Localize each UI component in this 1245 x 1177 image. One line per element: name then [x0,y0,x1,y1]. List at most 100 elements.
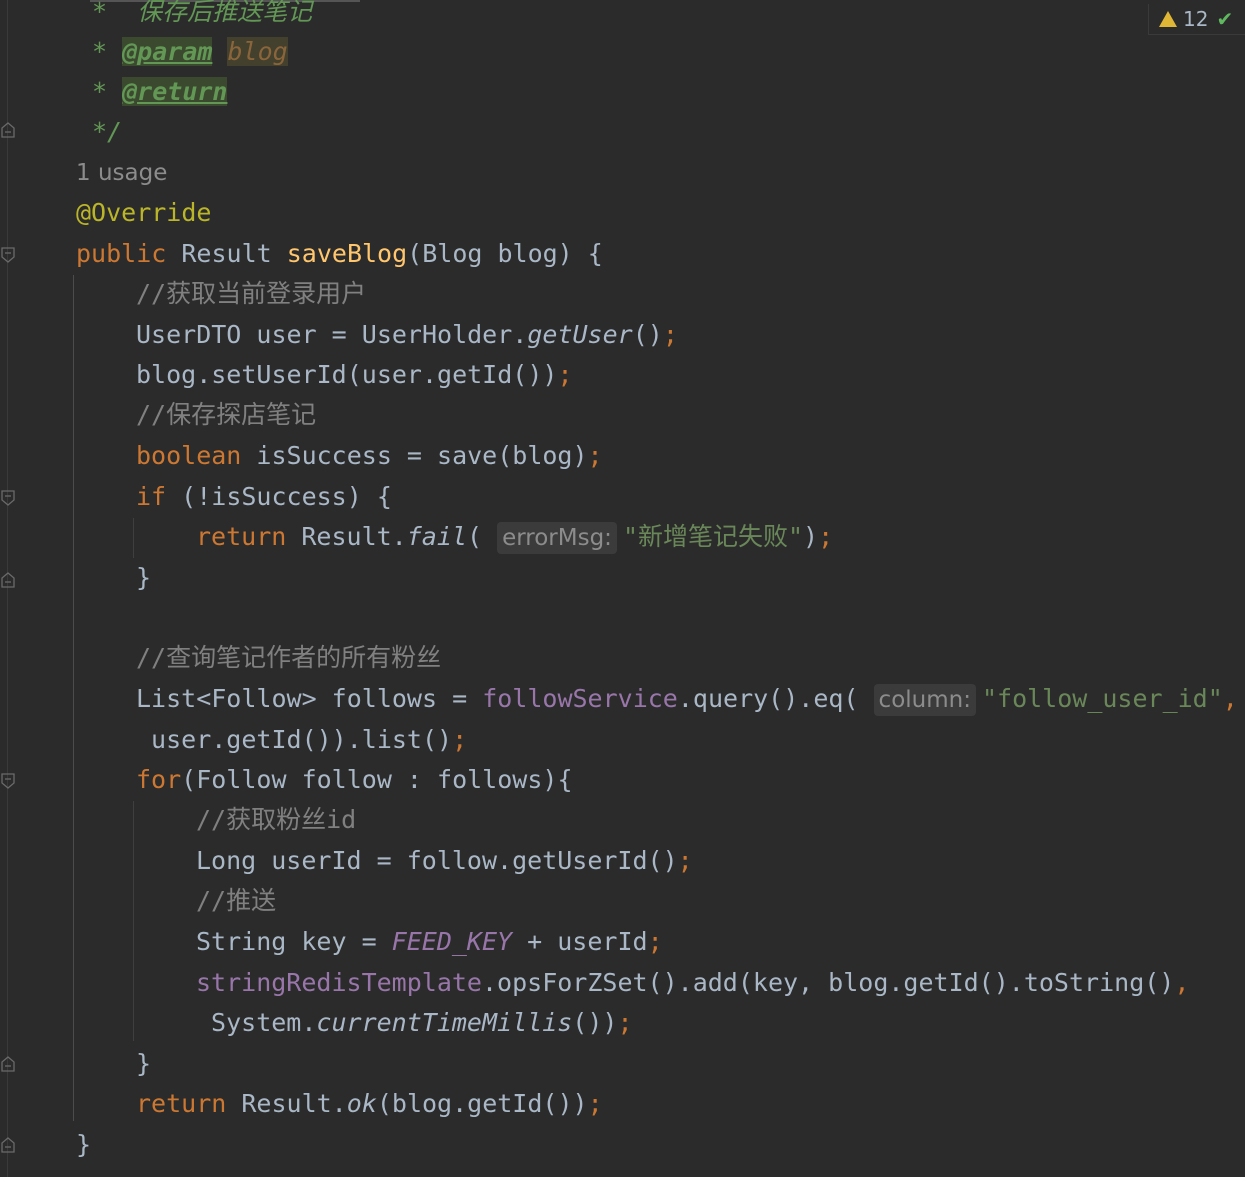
code-text: .opsForZSet().add(key, blog.getId().toSt… [481,968,1175,997]
fold-end-icon[interactable] [1,572,15,588]
code-line: * @param blog [92,32,288,72]
field-ref: followService [482,684,678,713]
indent-guide [133,801,134,1041]
code-line: } [76,1125,91,1165]
code-line: //查询笔记作者的所有粉丝 [136,638,441,678]
annotation: @Override [76,198,212,227]
doc-comment: * 保存后推送笔记 [92,0,313,26]
code-editor[interactable]: 12 ✔ * 保存后推送笔记 * @param blog * @return *… [0,0,1245,1177]
code-text: UserDTO user = UserHolder. [136,320,528,349]
code-line: //保存探店笔记 [136,395,316,435]
comma: , [1174,968,1190,997]
code-text: .query().eq( [677,684,859,713]
code-line: } [136,1044,151,1084]
code-text: user.getId()).list() [136,725,453,754]
code-text: } [136,563,152,592]
keyword: if [136,482,167,511]
string-literal: "新增笔记失败" [622,522,804,551]
comma: , [1222,684,1238,713]
code-text: } [136,1049,152,1078]
code-text: Long userId = follow.getUserId() [196,846,678,875]
code-line: List<Follow> follows = followService.que… [136,679,1238,719]
warning-icon [1159,11,1177,27]
inspection-status[interactable]: 12 ✔ [1148,4,1245,35]
code-line: return Result.ok(blog.getId()); [136,1084,603,1124]
comment: //获取当前登录用户 [136,279,367,308]
fold-start-icon[interactable] [1,490,15,506]
keyword: return [196,522,287,551]
keyword: for [136,765,182,794]
keyword: boolean [136,441,242,470]
code-text: ()) [572,1008,618,1037]
code-line: for(Follow follow : follows){ [136,760,573,800]
semicolon: ; [587,1089,603,1118]
code-text: (Blog blog) { [407,239,603,268]
doc-param-name: blog [227,37,288,66]
comment: //保存探店笔记 [136,400,317,429]
code-line: * 保存后推送笔记 [92,0,312,32]
method-name: saveBlog [286,239,408,268]
string-literal: "follow_user_id" [981,684,1223,713]
code-line: * @return [92,72,228,112]
usage-hint[interactable]: 1 usage [76,153,167,193]
code-text: } [76,1130,92,1159]
field-ref: stringRedisTemplate [196,968,482,997]
code-line: Long userId = follow.getUserId(); [196,841,693,881]
code-text: (blog.getId()) [376,1089,588,1118]
keyword: return [136,1089,227,1118]
comment: //查询笔记作者的所有粉丝 [136,643,442,672]
parameter-hint: column: [873,684,976,716]
semicolon: ; [617,1008,633,1037]
indent-guide [73,275,74,1121]
code-line: stringRedisTemplate.opsForZSet().add(key… [196,963,1189,1003]
code-text: + userId [512,927,648,956]
code-text: blog.setUserId(user.getId()) [136,360,558,389]
code-line: return Result.fail( errorMsg: "新增笔记失败"); [196,517,833,557]
code-line: System.currentTimeMillis()); [196,1003,633,1043]
static-method: ok [346,1089,377,1118]
fold-end-icon[interactable] [1,1056,15,1072]
code-line: //推送 [196,881,276,921]
constant-ref: FEED_KEY [391,927,513,956]
fold-start-icon[interactable] [1,247,15,263]
indent-guide [133,518,134,558]
code-line: user.getId()).list(); [136,720,467,760]
editor-gutter [0,0,18,1177]
code-text: List<Follow> follows = [136,684,483,713]
doc-tag: @return [122,77,228,106]
code-text: Result. [286,522,407,551]
static-method: getUser [527,320,633,349]
fold-end-icon[interactable] [1,1137,15,1153]
doc-tag: @param [122,37,213,66]
code-text: ) [803,522,819,551]
comment: //获取粉丝id [196,805,357,834]
code-text: System. [196,1008,317,1037]
fold-end-icon[interactable] [1,122,15,138]
fold-start-icon[interactable] [1,773,15,789]
doc-comment: * [92,77,123,106]
comment: //推送 [196,886,277,915]
code-line: blog.setUserId(user.getId()); [136,355,573,395]
check-icon: ✔ [1216,7,1234,31]
code-text: Result. [226,1089,347,1118]
code-text: () [632,320,663,349]
code-text: isSuccess = save(blog) [241,441,588,470]
gutter-divider [7,0,8,1177]
code-text: String key = [196,927,392,956]
semicolon: ; [452,725,468,754]
code-line: //获取粉丝id [196,800,356,840]
code-line: if (!isSuccess) { [136,477,392,517]
code-line: boolean isSuccess = save(blog); [136,436,603,476]
type-name: Result [181,239,272,268]
code-line: */ [92,112,122,152]
code-line: //获取当前登录用户 [136,274,366,314]
code-line: @Override [76,193,211,233]
semicolon: ; [557,360,573,389]
code-text: ( [466,522,483,551]
code-line: } [136,558,151,598]
static-method: currentTimeMillis [316,1008,573,1037]
semicolon: ; [818,522,834,551]
code-line: UserDTO user = UserHolder.getUser(); [136,315,678,355]
code-line: public Result saveBlog(Blog blog) { [76,234,603,274]
code-text: (!isSuccess) { [166,482,392,511]
